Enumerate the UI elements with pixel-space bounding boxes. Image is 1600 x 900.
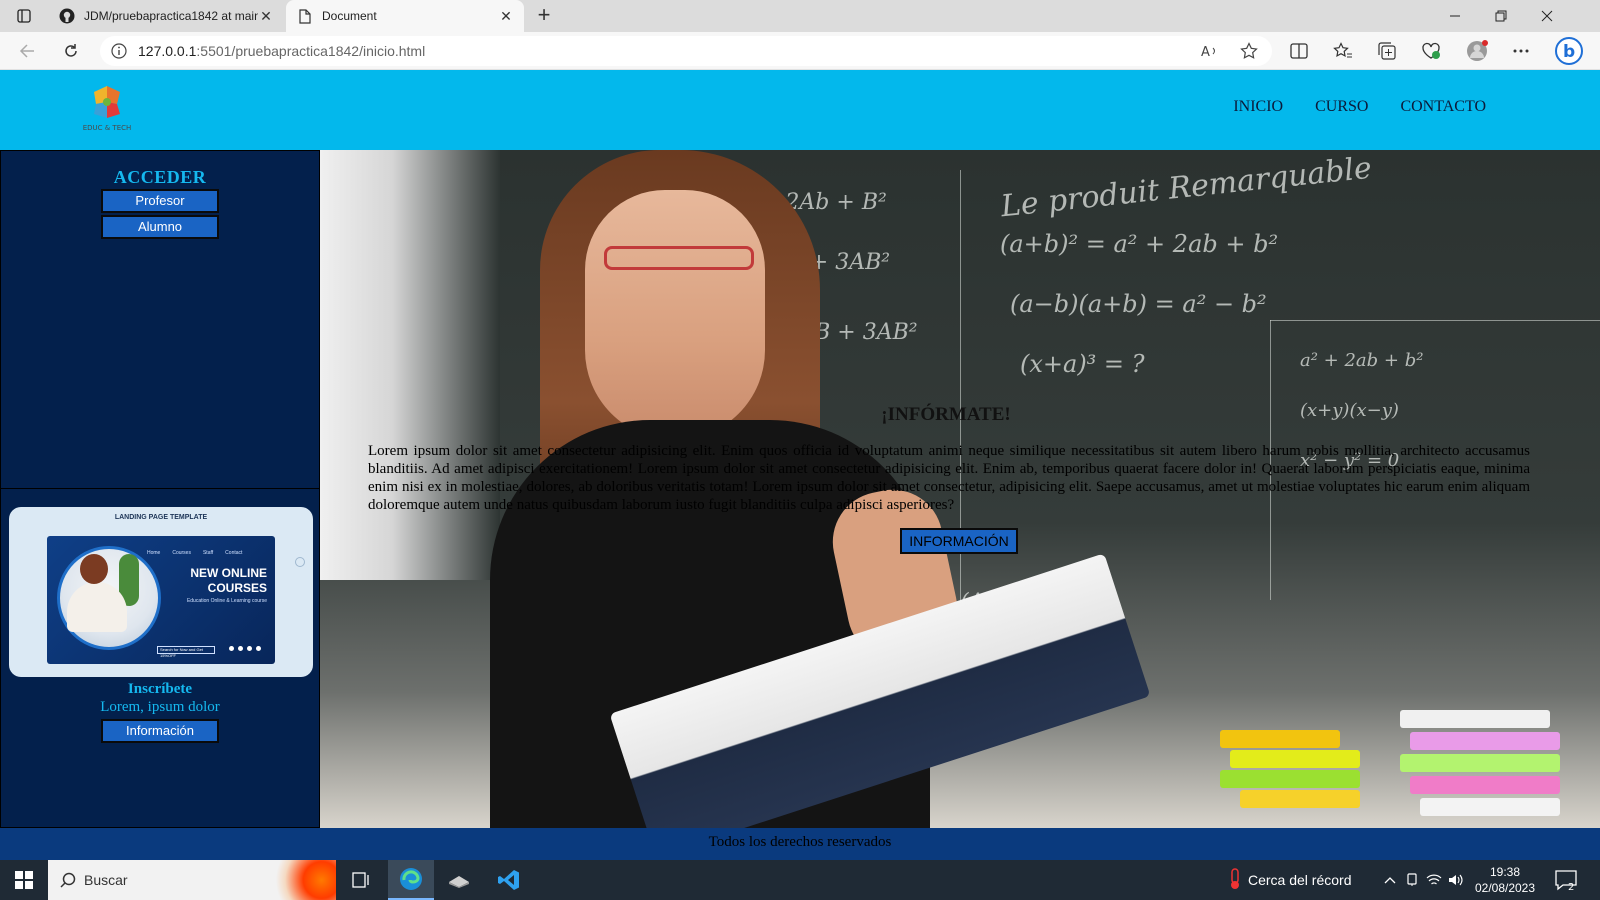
hero-section: Le produit Remarquable (a+b)² = a² + 2ab… [320, 150, 1600, 828]
site-footer: Todos los derechos reservados [0, 828, 1600, 860]
clock-time: 19:38 [1489, 865, 1521, 879]
address-bar[interactable]: 127.0.0.1:5501/pruebapractica1842/inicio… [100, 36, 1272, 66]
restore-icon[interactable] [1478, 0, 1524, 32]
tab-document[interactable]: Document ✕ [286, 0, 524, 32]
search-highlight-icon [264, 860, 336, 900]
taskbar: Buscar Cerca del récord 19:38 02/08/2023… [0, 860, 1600, 900]
profile-avatar[interactable] [1462, 36, 1492, 66]
promo-dots [229, 646, 261, 651]
hero-info-button[interactable]: INFORMACIÓN [900, 528, 1018, 554]
browser-essentials-icon[interactable] [1416, 36, 1446, 66]
nav-contacto[interactable]: CONTACTO [1400, 98, 1486, 116]
show-hidden-icons-icon[interactable] [1380, 860, 1400, 900]
hero-title: ¡INFÓRMATE! [881, 404, 1011, 425]
promo-search: Search for Now and Get 15%OFF [157, 646, 215, 658]
sidebar: ACCEDER Profesor Alumno LANDING PAGE TEM… [0, 150, 320, 828]
new-tab-icon[interactable]: + [532, 4, 556, 28]
collections-icon[interactable] [1372, 36, 1402, 66]
promo-label: LANDING PAGE TEMPLATE [114, 514, 208, 521]
book-stack [1200, 690, 1600, 828]
clock-date: 02/08/2023 [1474, 881, 1536, 895]
promo-screen: Home Courses Staff Contact NEW ONLINE COURSE… [47, 536, 275, 664]
svg-text:A: A [1201, 45, 1210, 58]
vscode-taskbar-icon[interactable] [486, 860, 532, 900]
svg-text:2: 2 [1568, 882, 1574, 892]
chalk-writing: a² + 2ab + b² [1300, 350, 1424, 371]
footer-text: Todos los derechos reservados [708, 834, 892, 850]
tab-actions-icon[interactable] [6, 2, 42, 30]
reload-icon[interactable] [56, 37, 86, 65]
search-icon [60, 872, 76, 888]
teacher-glasses [604, 246, 754, 270]
minimize-icon[interactable] [1432, 0, 1478, 32]
device-icon[interactable] [1402, 860, 1422, 900]
weather-widget[interactable]: Cerca del récord [1228, 860, 1352, 900]
site-logo[interactable]: EDUC & TECH [82, 82, 132, 134]
board-line [1270, 320, 1600, 321]
tab-github[interactable]: JDM/pruebapractica1842 at main ✕ [48, 0, 284, 32]
login-section: ACCEDER Profesor Alumno [1, 151, 319, 489]
nav-curso[interactable]: CURSO [1315, 98, 1368, 116]
promo-title: NEW ONLINE COURSES [190, 566, 267, 595]
sidebar-info-button[interactable]: Información [101, 719, 219, 743]
course-promo-image[interactable]: LANDING PAGE TEMPLATE Home Courses Staff Co… [9, 507, 313, 677]
subscribe-title: Inscríbete [127, 681, 193, 697]
browser-tab-bar: JDM/pruebapractica1842 at main ✕ Documen… [0, 0, 1600, 32]
document-icon [296, 7, 314, 25]
github-icon [58, 7, 76, 25]
promo-nav: Home Courses Staff Contact [147, 550, 243, 556]
close-window-icon[interactable] [1524, 0, 1570, 32]
promo-subtitle: Education Online & Learning course [186, 598, 267, 604]
teacher-button[interactable]: Profesor [101, 189, 219, 213]
close-tab-icon[interactable]: ✕ [498, 8, 514, 25]
more-menu-icon[interactable] [1506, 36, 1536, 66]
chalk-writing: (a+b)² = a² + 2ab + b² [1000, 230, 1279, 258]
teacher-face [585, 190, 765, 440]
tab-title: Document [322, 9, 377, 23]
volume-icon[interactable] [1446, 860, 1466, 900]
windows-start-icon[interactable] [0, 860, 48, 900]
thermometer-icon [1228, 867, 1242, 893]
hero-board-left [320, 150, 500, 580]
close-tab-icon[interactable]: ✕ [258, 8, 274, 25]
wifi-icon[interactable] [1424, 860, 1444, 900]
taskbar-search[interactable]: Buscar [48, 860, 336, 900]
site-header: EDUC & TECH INICIO CURSO CONTACTO [0, 70, 1600, 150]
url-text: 127.0.0.1:5501/pruebapractica1842/inicio… [138, 43, 426, 59]
favorite-star-icon[interactable] [1234, 36, 1264, 66]
edge-taskbar-icon[interactable] [388, 860, 434, 900]
split-screen-icon[interactable] [1284, 36, 1314, 66]
login-heading: ACCEDER [113, 167, 207, 187]
bing-copilot-icon[interactable]: b [1554, 36, 1584, 66]
weather-text: Cerca del récord [1248, 872, 1352, 888]
read-aloud-icon[interactable]: A [1195, 36, 1225, 66]
chalk-writing: (x+a)³ = ? [1020, 350, 1145, 378]
tab-title: JDM/pruebapractica1842 at main [84, 9, 258, 23]
hero-text: Lorem ipsum dolor sit amet consectetur a… [368, 443, 1530, 513]
site-info-icon[interactable] [100, 43, 138, 59]
chalk-writing: (a−b)(a+b) = a² − b² [1010, 290, 1267, 318]
favorites-icon[interactable] [1328, 36, 1358, 66]
promo-person-head [80, 554, 108, 584]
promo-pager-icon [295, 557, 305, 567]
main-nav: INICIO CURSO CONTACTO [1233, 98, 1486, 116]
task-view-icon[interactable] [338, 860, 384, 900]
nav-inicio[interactable]: INICIO [1233, 98, 1283, 116]
logo-text: EDUC & TECH [82, 124, 132, 132]
student-button[interactable]: Alumno [101, 215, 219, 239]
subscribe-text: Lorem, ipsum dolor [100, 699, 220, 715]
clock[interactable]: 19:38 02/08/2023 [1470, 864, 1540, 896]
notification-icon[interactable]: 2 [1554, 868, 1578, 893]
app-taskbar-icon[interactable] [436, 860, 482, 900]
svg-text:b: b [1563, 42, 1575, 62]
back-icon[interactable] [12, 37, 42, 65]
chalk-writing: Le produit Remarquable [999, 150, 1374, 225]
browser-toolbar: 127.0.0.1:5501/pruebapractica1842/inicio… [0, 32, 1600, 70]
search-placeholder: Buscar [84, 872, 128, 888]
